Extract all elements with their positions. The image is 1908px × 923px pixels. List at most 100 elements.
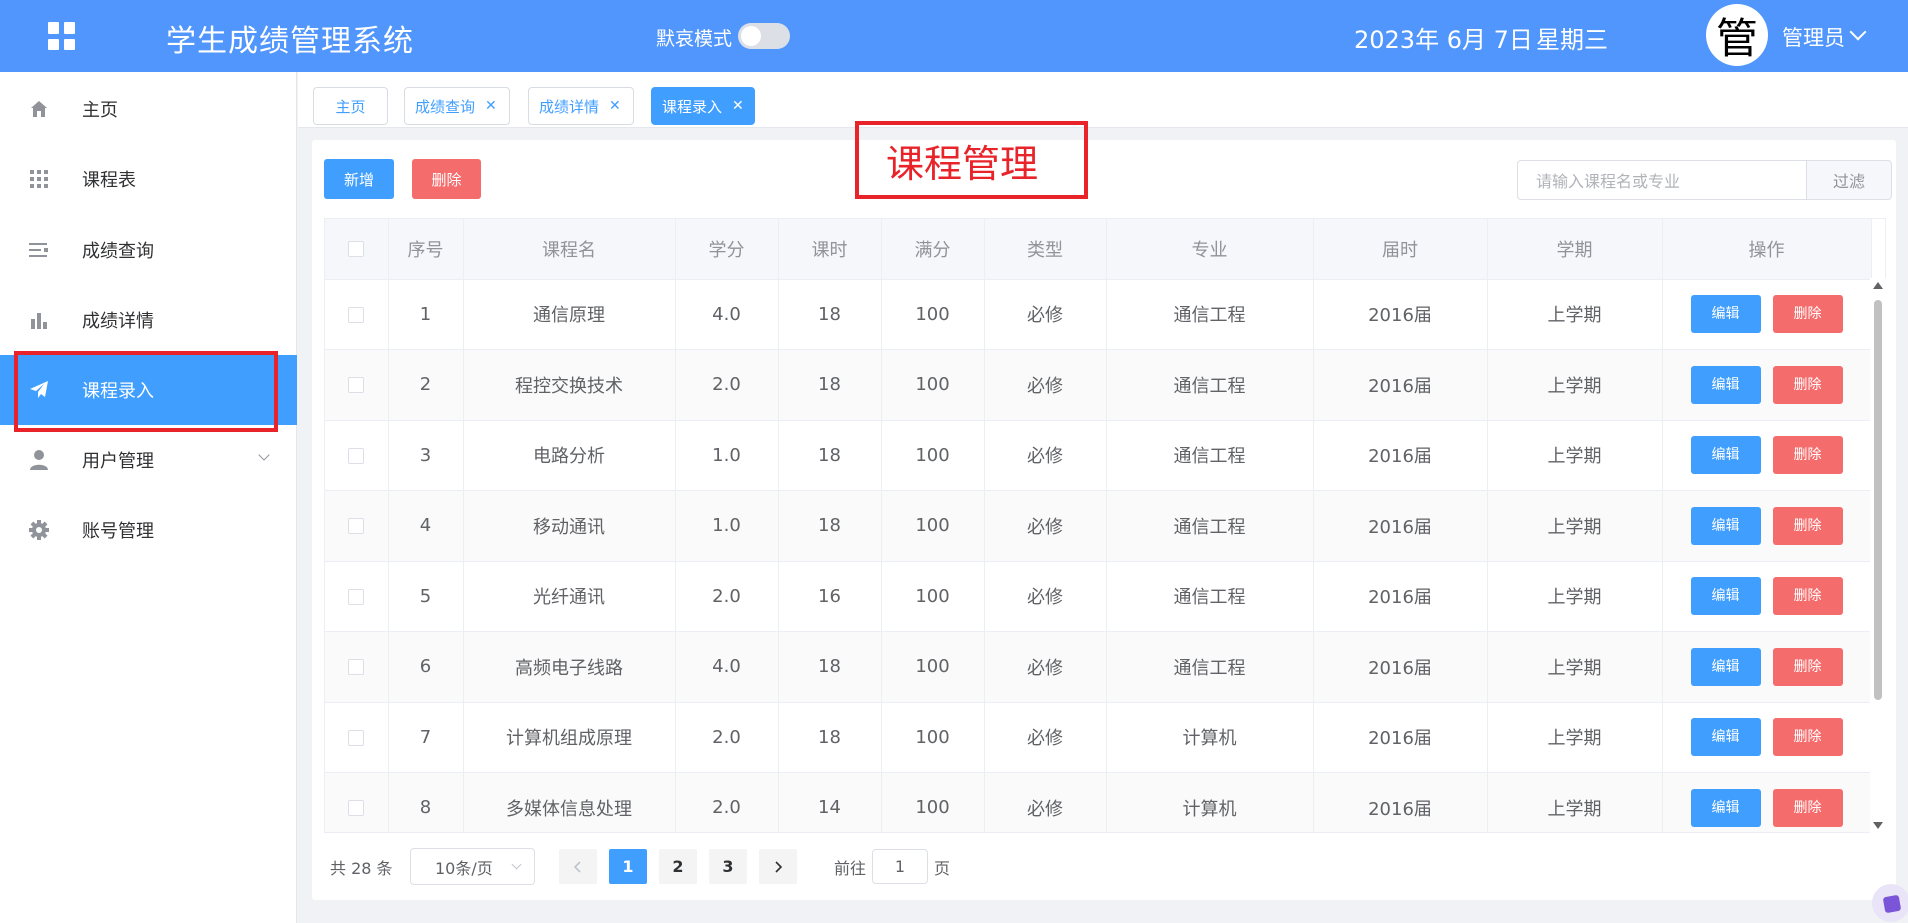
chevron-down-icon[interactable] xyxy=(258,449,270,461)
tab-label: 成绩详情 xyxy=(539,97,600,116)
table-cell: 18 xyxy=(778,279,882,350)
filter-button[interactable]: 过滤 xyxy=(1806,160,1892,200)
table-cell: 2016届 xyxy=(1313,631,1488,703)
table-cell: 2016届 xyxy=(1313,702,1488,773)
table-cell: 程控交换技术 xyxy=(463,349,676,421)
delete-button[interactable]: 删除 xyxy=(1772,365,1843,404)
table-cell: 上学期 xyxy=(1487,490,1663,562)
delete-button[interactable]: 删除 xyxy=(1772,647,1843,686)
column-header: 操作 xyxy=(1662,219,1872,280)
sidebar-item-course-entry[interactable]: 课程录入 xyxy=(0,355,297,425)
close-icon[interactable]: ✕ xyxy=(609,98,621,114)
scrollbar-thumb[interactable] xyxy=(1874,300,1882,700)
table-row: 1 通信原理 4.0 18 100 必修 通信工程 2016届 上学期 编辑 删除 xyxy=(325,279,1872,350)
table-cell: 通信原理 xyxy=(463,279,676,350)
table-cell: 4.0 xyxy=(675,279,779,350)
page-button-1[interactable]: 1 xyxy=(609,849,647,884)
sidebar-item-label: 账号管理 xyxy=(82,521,154,542)
goto-label: 前往 xyxy=(834,859,867,878)
delete-button[interactable]: 删除 xyxy=(1772,436,1843,475)
batch-delete-button[interactable]: 删除 xyxy=(412,159,481,199)
user-name-dropdown[interactable]: 管理员 xyxy=(1782,22,1845,52)
tab-score-query[interactable]: 成绩查询 ✕ xyxy=(404,87,510,125)
edit-button[interactable]: 编辑 xyxy=(1690,436,1761,475)
row-select-cell xyxy=(325,772,389,832)
table-cell: 通信工程 xyxy=(1106,420,1314,491)
sidebar-item-score-query[interactable]: 成绩查询 xyxy=(0,215,297,285)
user-icon xyxy=(28,449,50,471)
edit-button[interactable]: 编辑 xyxy=(1690,647,1761,686)
delete-button[interactable]: 删除 xyxy=(1772,577,1843,616)
row-actions: 编辑 删除 xyxy=(1662,420,1872,491)
select-all-checkbox[interactable] xyxy=(348,241,365,258)
add-button[interactable]: 新增 xyxy=(324,159,394,199)
edit-button[interactable]: 编辑 xyxy=(1690,718,1761,757)
page-size-value: 10条/页 xyxy=(435,858,493,878)
tab-score-detail[interactable]: 成绩详情 ✕ xyxy=(528,87,634,125)
mourning-mode-toggle[interactable] xyxy=(738,23,790,49)
page-size-select[interactable]: 10条/页 xyxy=(410,848,535,885)
row-checkbox[interactable] xyxy=(348,447,365,464)
chevron-down-icon[interactable] xyxy=(1849,23,1867,41)
delete-button[interactable]: 删除 xyxy=(1772,295,1843,334)
table-cell: 通信工程 xyxy=(1106,349,1314,421)
tab-home[interactable]: 主页 xyxy=(313,87,388,125)
avatar[interactable]: 管 xyxy=(1706,4,1768,66)
row-checkbox[interactable] xyxy=(348,588,365,605)
mourning-mode-label: 默哀模式 xyxy=(656,28,733,50)
scroll-up-icon[interactable] xyxy=(1873,282,1883,289)
search-input[interactable]: 请输入课程名或专业 xyxy=(1517,160,1807,200)
table-cell: 必修 xyxy=(984,702,1107,773)
table-scrollbar[interactable] xyxy=(1870,278,1886,833)
sidebar-item-account-management[interactable]: 账号管理 xyxy=(0,495,297,565)
gear-icon xyxy=(28,519,50,541)
table-cell: 7 xyxy=(388,702,464,773)
edit-button[interactable]: 编辑 xyxy=(1690,506,1761,545)
table-row: 4 移动通讯 1.0 18 100 必修 通信工程 2016届 上学期 编辑 删除 xyxy=(325,490,1872,562)
tab-course-entry[interactable]: 课程录入 ✕ xyxy=(651,87,755,125)
edit-button[interactable]: 编辑 xyxy=(1690,577,1761,616)
menu-grid-icon[interactable] xyxy=(48,22,76,50)
table-row: 3 电路分析 1.0 18 100 必修 通信工程 2016届 上学期 编辑 删除 xyxy=(325,420,1872,491)
row-checkbox[interactable] xyxy=(348,377,365,394)
row-actions: 编辑 删除 xyxy=(1662,772,1872,832)
page-button-3[interactable]: 3 xyxy=(709,849,747,884)
row-actions: 编辑 删除 xyxy=(1662,279,1872,350)
table-cell: 计算机 xyxy=(1106,702,1314,773)
page-button-2[interactable]: 2 xyxy=(659,849,697,884)
row-checkbox[interactable] xyxy=(348,729,365,746)
table-row: 7 计算机组成原理 2.0 18 100 必修 计算机 2016届 上学期 编辑 删除 xyxy=(325,702,1872,773)
prev-page-button[interactable] xyxy=(559,849,597,884)
delete-button[interactable]: 删除 xyxy=(1772,788,1843,827)
sidebar-item-home[interactable]: 主页 xyxy=(0,74,297,144)
table-cell: 通信工程 xyxy=(1106,490,1314,562)
delete-button[interactable]: 删除 xyxy=(1772,506,1843,545)
floating-assistant-icon[interactable] xyxy=(1872,884,1908,922)
table-cell: 100 xyxy=(881,772,985,832)
column-header: 学期 xyxy=(1487,219,1663,280)
sidebar-item-label: 用户管理 xyxy=(82,451,154,472)
sidebar: 主页 课程表 成绩查询 成绩详情 课程录入 用户管理 账号管理 xyxy=(0,72,297,923)
scroll-down-icon[interactable] xyxy=(1873,822,1883,829)
close-icon[interactable]: ✕ xyxy=(732,98,744,114)
sidebar-item-user-management[interactable]: 用户管理 xyxy=(0,425,297,495)
goto-page-input[interactable]: 1 xyxy=(872,849,928,884)
close-icon[interactable]: ✕ xyxy=(485,98,497,114)
row-checkbox[interactable] xyxy=(348,518,365,535)
next-page-button[interactable] xyxy=(759,849,797,884)
edit-button[interactable]: 编辑 xyxy=(1690,788,1761,827)
row-checkbox[interactable] xyxy=(348,800,365,817)
edit-button[interactable]: 编辑 xyxy=(1690,295,1761,334)
table-cell: 18 xyxy=(778,349,882,421)
grid-icon xyxy=(28,168,50,190)
sidebar-item-schedule[interactable]: 课程表 xyxy=(0,144,297,214)
row-checkbox[interactable] xyxy=(348,306,365,323)
row-checkbox[interactable] xyxy=(348,659,365,676)
tab-label: 主页 xyxy=(335,97,366,116)
delete-button[interactable]: 删除 xyxy=(1772,718,1843,757)
table-cell: 上学期 xyxy=(1487,561,1663,632)
sidebar-item-score-detail[interactable]: 成绩详情 xyxy=(0,285,297,355)
column-header: 课程名 xyxy=(463,219,676,280)
edit-button[interactable]: 编辑 xyxy=(1690,365,1761,404)
table-cell: 6 xyxy=(388,631,464,703)
